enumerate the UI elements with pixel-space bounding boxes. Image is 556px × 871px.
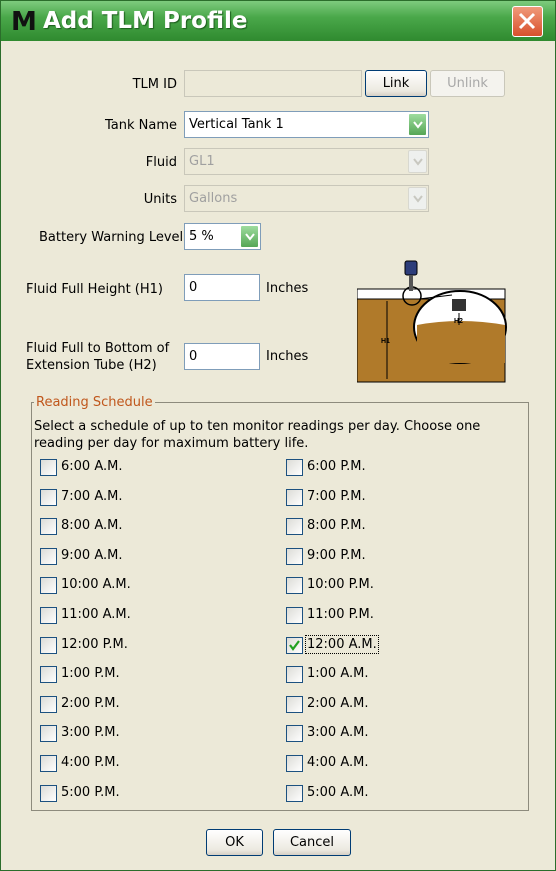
schedule-checkbox[interactable] bbox=[40, 725, 57, 742]
schedule-checkbox-label[interactable]: 12:00 P.M. bbox=[61, 637, 128, 652]
link-button[interactable]: Link bbox=[365, 70, 427, 97]
schedule-checkbox[interactable] bbox=[40, 696, 57, 713]
dialog-title: Add TLM Profile bbox=[43, 8, 248, 34]
schedule-checkbox-label[interactable]: 5:00 A.M. bbox=[307, 785, 368, 800]
schedule-checkbox[interactable] bbox=[40, 785, 57, 802]
schedule-checkbox[interactable] bbox=[40, 577, 57, 594]
schedule-checkbox[interactable] bbox=[40, 518, 57, 535]
schedule-checkbox-label[interactable]: 1:00 A.M. bbox=[307, 666, 368, 681]
schedule-checkbox[interactable] bbox=[286, 548, 303, 565]
schedule-checkbox-label[interactable]: 10:00 A.M. bbox=[61, 577, 131, 592]
schedule-checkbox[interactable] bbox=[40, 489, 57, 506]
schedule-checkbox-label[interactable]: 5:00 P.M. bbox=[61, 785, 120, 800]
schedule-checkbox-label[interactable]: 7:00 P.M. bbox=[307, 489, 366, 504]
schedule-checkbox[interactable] bbox=[286, 755, 303, 772]
tank-name-label: Tank Name bbox=[104, 118, 177, 133]
tlm-sensor-icon bbox=[404, 260, 418, 276]
unlink-button: Unlink bbox=[430, 70, 505, 97]
reading-schedule-legend: Reading Schedule bbox=[36, 395, 153, 410]
schedule-checkbox-label[interactable]: 11:00 A.M. bbox=[61, 607, 131, 622]
app-logo: M bbox=[11, 7, 37, 37]
chevron-down-icon bbox=[245, 233, 255, 241]
schedule-checkbox[interactable] bbox=[286, 489, 303, 506]
schedule-checkbox[interactable] bbox=[286, 696, 303, 713]
units-dropdown-button bbox=[408, 187, 427, 210]
schedule-checkbox[interactable] bbox=[286, 666, 303, 683]
schedule-checkbox[interactable] bbox=[286, 637, 303, 654]
schedule-checkbox[interactable] bbox=[40, 755, 57, 772]
cancel-button[interactable]: Cancel bbox=[273, 829, 351, 856]
h2-diagram-label: H2 bbox=[454, 318, 463, 325]
schedule-checkbox-label[interactable]: 6:00 P.M. bbox=[307, 459, 366, 474]
schedule-checkbox-label[interactable]: 1:00 P.M. bbox=[61, 666, 120, 681]
schedule-checkbox[interactable] bbox=[286, 459, 303, 476]
fluid-dropdown-button bbox=[408, 150, 427, 173]
schedule-checkbox[interactable] bbox=[40, 637, 57, 654]
tank-diagram: H2 H1 bbox=[357, 260, 507, 383]
h1-unit-label: Inches bbox=[266, 281, 309, 296]
schedule-checkbox-label[interactable]: 2:00 P.M. bbox=[61, 696, 120, 711]
schedule-checkbox[interactable] bbox=[40, 666, 57, 683]
schedule-checkbox[interactable] bbox=[286, 518, 303, 535]
fluid-value: GL1 bbox=[189, 154, 215, 169]
units-label: Units bbox=[143, 192, 177, 207]
extension-tube-input[interactable]: 0 bbox=[184, 343, 260, 370]
fluid-full-height-input[interactable]: 0 bbox=[184, 274, 260, 301]
schedule-checkbox-label[interactable]: 12:00 A.M. bbox=[305, 635, 379, 654]
schedule-checkbox-label[interactable]: 8:00 P.M. bbox=[307, 518, 366, 533]
schedule-checkbox-label[interactable]: 9:00 A.M. bbox=[61, 548, 122, 563]
schedule-checkbox-label[interactable]: 3:00 A.M. bbox=[307, 725, 368, 740]
tlm-id-field bbox=[184, 70, 362, 97]
schedule-checkbox[interactable] bbox=[286, 725, 303, 742]
chevron-down-icon bbox=[413, 195, 423, 203]
ok-button[interactable]: OK bbox=[206, 829, 263, 856]
extension-tube-label-line2: Extension Tube (H2) bbox=[26, 358, 157, 373]
battery-dropdown-button[interactable] bbox=[240, 225, 259, 248]
fluid-select: GL1 bbox=[184, 148, 429, 175]
schedule-checkbox-label[interactable]: 7:00 A.M. bbox=[61, 489, 122, 504]
chevron-down-icon bbox=[413, 158, 423, 166]
schedule-checkbox-label[interactable]: 6:00 A.M. bbox=[61, 459, 122, 474]
h2-unit-label: Inches bbox=[266, 349, 309, 364]
h1-diagram-label: H1 bbox=[381, 338, 390, 345]
close-icon bbox=[518, 12, 536, 30]
close-button[interactable] bbox=[512, 6, 543, 37]
title-bar[interactable]: M Add TLM Profile bbox=[1, 1, 555, 41]
tank-name-select[interactable]: Vertical Tank 1 bbox=[184, 111, 429, 138]
schedule-checkbox-label[interactable]: 10:00 P.M. bbox=[307, 577, 374, 592]
sensor-stem bbox=[409, 275, 413, 291]
reading-schedule-group: Reading Schedule bbox=[31, 395, 529, 811]
schedule-checkbox-label[interactable]: 4:00 P.M. bbox=[61, 755, 120, 770]
schedule-checkbox[interactable] bbox=[40, 607, 57, 624]
schedule-checkbox-label[interactable]: 2:00 A.M. bbox=[307, 696, 368, 711]
battery-warning-label: Battery Warning Level bbox=[39, 230, 184, 245]
schedule-checkbox[interactable] bbox=[40, 459, 57, 476]
check-icon bbox=[289, 640, 300, 651]
add-tlm-profile-dialog: M Add TLM Profile TLM ID Link Unlink Tan… bbox=[0, 0, 556, 871]
schedule-checkbox-label[interactable]: 11:00 P.M. bbox=[307, 607, 374, 622]
schedule-checkbox[interactable] bbox=[286, 577, 303, 594]
schedule-checkbox-label[interactable]: 3:00 P.M. bbox=[61, 725, 120, 740]
schedule-checkbox-label[interactable]: 4:00 A.M. bbox=[307, 755, 368, 770]
schedule-checkbox[interactable] bbox=[286, 785, 303, 802]
extension-tube-label-line1: Fluid Full to Bottom of bbox=[26, 341, 170, 356]
schedule-description: Select a schedule of up to ten monitor r… bbox=[34, 419, 481, 451]
schedule-checkbox-label[interactable]: 9:00 P.M. bbox=[307, 548, 366, 563]
schedule-checkbox-label[interactable]: 8:00 A.M. bbox=[61, 518, 122, 533]
schedule-checkbox[interactable] bbox=[40, 548, 57, 565]
tank-name-dropdown-button[interactable] bbox=[408, 113, 427, 136]
units-select: Gallons bbox=[184, 185, 429, 212]
battery-warning-value: 5 % bbox=[189, 229, 214, 244]
battery-warning-select[interactable]: 5 % bbox=[184, 223, 261, 250]
schedule-checkbox[interactable] bbox=[286, 607, 303, 624]
units-value: Gallons bbox=[189, 191, 238, 206]
detail-fluid bbox=[417, 321, 505, 363]
fluid-label: Fluid bbox=[145, 155, 177, 170]
fluid-full-height-label: Fluid Full Height (H1) bbox=[26, 282, 163, 297]
tank-name-value: Vertical Tank 1 bbox=[189, 117, 284, 132]
tlm-id-label: TLM ID bbox=[132, 77, 177, 92]
sensor-extension bbox=[452, 299, 466, 311]
chevron-down-icon bbox=[413, 121, 423, 129]
